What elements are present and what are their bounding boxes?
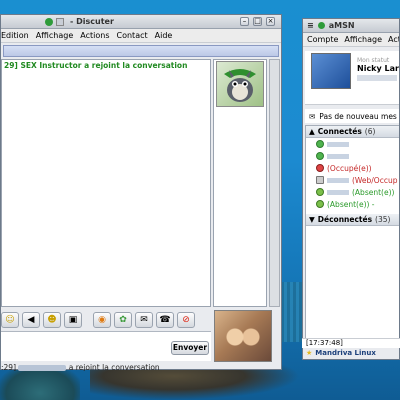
my-status-label[interactable]: Mon statut xyxy=(357,57,389,64)
maximize-button[interactable]: □ xyxy=(253,17,262,26)
menu-affichage[interactable]: Affichage xyxy=(36,31,74,40)
my-avatar[interactable] xyxy=(214,310,272,362)
my-display-picture[interactable] xyxy=(311,53,351,89)
contact-list: ▲ Connectés (6) (Occupé(e)) (Web/Occup (… xyxy=(305,125,399,341)
totoro-avatar-icon xyxy=(224,69,256,102)
send-button[interactable]: Envoyer xyxy=(171,341,209,355)
menu-affichage[interactable]: Affichage xyxy=(344,35,382,44)
contact-nick xyxy=(327,177,349,183)
chat-window: - Discuter – □ × Edition Affichage Actio… xyxy=(0,14,282,371)
pin-icon[interactable] xyxy=(56,17,64,26)
group-connected[interactable]: ▲ Connectés (6) xyxy=(306,126,399,138)
chat-menubar: Edition Affichage Actions Contact Aide xyxy=(1,29,281,43)
menu-aide[interactable]: Aide xyxy=(155,31,173,40)
chat-title: - Discuter xyxy=(70,17,114,26)
menu-compte[interactable]: Compte xyxy=(307,35,338,44)
distro-label: Mandriva Linux xyxy=(315,349,376,357)
chat-toolbar: ☺ ◀ ☻ ▣ ◉ ✿ ✉ ☎ ⊘ xyxy=(1,309,211,331)
system-message: 29] SEX Instructor a rejoint la conversa… xyxy=(4,61,188,70)
group-label: Connectés xyxy=(317,127,362,136)
close-button[interactable]: × xyxy=(266,17,275,26)
contact-item[interactable]: (Absent(e)) - xyxy=(306,198,399,210)
contact-avatar[interactable] xyxy=(216,61,264,107)
blocked-icon xyxy=(316,176,324,184)
personal-message[interactable] xyxy=(357,75,397,81)
conversation-area[interactable]: 29] SEX Instructor a rejoint la conversa… xyxy=(1,59,211,307)
menu-actions[interactable]: Actions xyxy=(388,35,399,44)
status-contact-name xyxy=(18,365,67,371)
contact-item[interactable]: (Absent(e)) xyxy=(306,186,399,198)
contact-nick xyxy=(327,153,349,159)
contact-status: (Occupé(e)) xyxy=(327,163,372,173)
amsn-logo-icon xyxy=(45,17,53,26)
wink-icon[interactable]: ☻ xyxy=(43,312,61,328)
menu-contact[interactable]: Contact xyxy=(117,31,148,40)
menu-actions[interactable]: Actions xyxy=(80,31,109,40)
busy-icon xyxy=(316,164,324,172)
status-time: :29] xyxy=(1,363,16,371)
group-disconnected[interactable]: ▼ Déconnectés (35) xyxy=(306,214,399,226)
group-label: Déconnectés xyxy=(317,215,373,224)
minimize-button[interactable]: – xyxy=(240,17,249,26)
amsn-title: aMSN xyxy=(328,21,355,30)
contact-status: (Absent(e)) xyxy=(352,187,395,197)
amsn-logo-icon xyxy=(317,22,325,29)
amsn-titlebar[interactable]: ≡ aMSN xyxy=(303,19,399,33)
online-icon xyxy=(316,152,324,160)
mail-icon: ✉ xyxy=(309,111,316,121)
contact-status: (Absent(e)) - xyxy=(327,199,375,209)
send-file-icon[interactable]: ✉ xyxy=(135,312,153,328)
mandriva-star-icon: ★ xyxy=(306,349,313,357)
away-icon xyxy=(316,200,324,208)
group-count: (6) xyxy=(364,127,376,136)
smiley-icon[interactable]: ☺ xyxy=(1,312,19,328)
away-icon xyxy=(316,188,324,196)
contact-item[interactable] xyxy=(306,150,399,162)
amsn-window: ≡ aMSN Compte Affichage Actions Mon stat… xyxy=(302,18,400,360)
my-profile-panel: Mon statut Nicky Lars xyxy=(305,51,399,105)
my-name[interactable]: Nicky Lars xyxy=(357,64,399,73)
contact-item[interactable] xyxy=(306,138,399,150)
contact-status: (Web/Occup xyxy=(352,175,398,185)
nudge-icon[interactable]: ◉ xyxy=(93,312,111,328)
mandriva-banner: ★ Mandriva Linux xyxy=(306,348,376,358)
amsn-menubar: Compte Affichage Actions xyxy=(303,33,399,47)
webcam-icon[interactable]: ✿ xyxy=(114,312,132,328)
menu-icon[interactable]: ≡ xyxy=(307,21,314,30)
contact-nick xyxy=(327,189,349,195)
group-count: (35) xyxy=(375,215,391,224)
contact-item[interactable]: (Web/Occup xyxy=(306,174,399,186)
collapse-arrow-icon: ▼ xyxy=(309,215,315,224)
contact-nick xyxy=(327,141,349,147)
to-bar xyxy=(3,45,279,57)
call-icon[interactable]: ☎ xyxy=(156,312,174,328)
amsn-time: [17:37:48] xyxy=(302,338,400,348)
block-icon[interactable]: ⊘ xyxy=(177,312,195,328)
camera-icon[interactable]: ▣ xyxy=(64,312,82,328)
chat-titlebar[interactable]: - Discuter – □ × xyxy=(1,15,281,29)
chat-statusbar: :29] a rejoint la conversation xyxy=(1,363,281,371)
contact-item[interactable]: (Occupé(e)) xyxy=(306,162,399,174)
play-icon[interactable]: ◀ xyxy=(22,312,40,328)
my-avatar-photo xyxy=(223,323,263,351)
online-icon xyxy=(316,140,324,148)
menu-edition[interactable]: Edition xyxy=(1,31,29,40)
expand-arrow-icon: ▲ xyxy=(309,127,315,136)
mail-notification[interactable]: ✉ Pas de nouveau mes xyxy=(305,109,399,123)
conversation-scrollbar[interactable] xyxy=(269,59,280,307)
mail-text: Pas de nouveau mes xyxy=(319,111,397,121)
desktop-coral xyxy=(281,282,303,342)
status-text: a rejoint la conversation xyxy=(68,363,160,371)
chat-title-icons xyxy=(45,17,64,26)
